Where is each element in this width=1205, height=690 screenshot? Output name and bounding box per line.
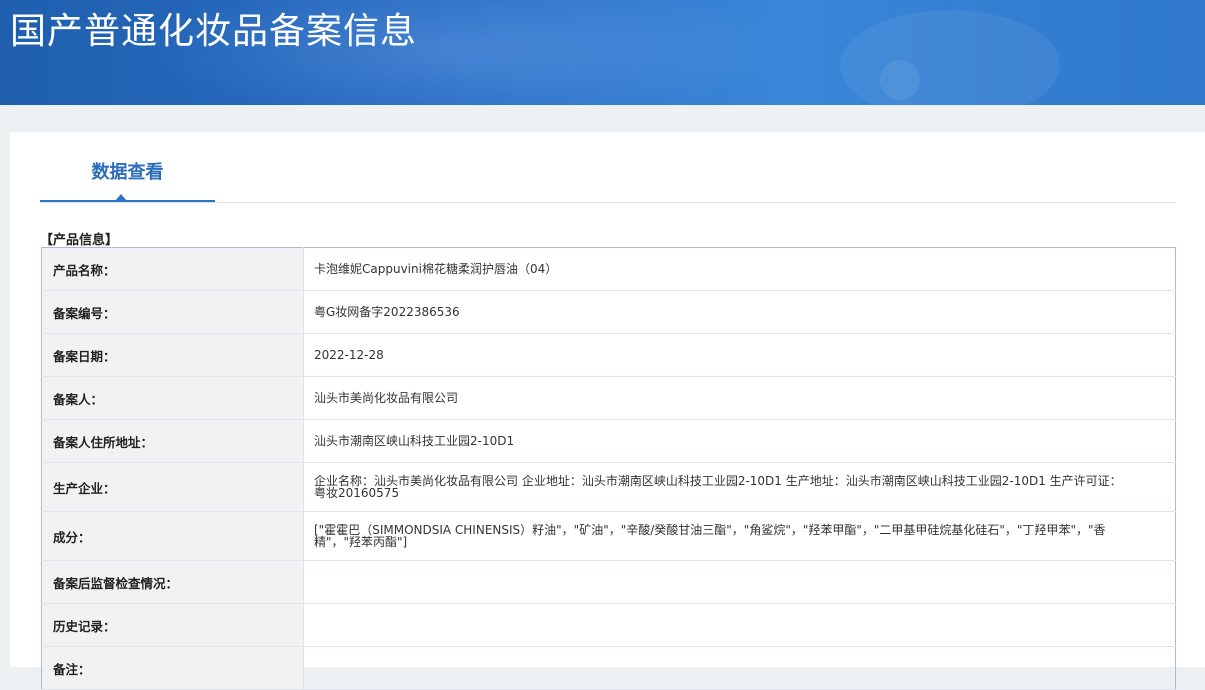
header-banner: 国产普通化妆品备案信息	[0, 0, 1205, 105]
section-title-product-info: 【产品信息】	[40, 233, 119, 248]
table-row: 备案人： 汕头市美尚化妆品有限公司	[41, 376, 1176, 420]
row-value: 汕头市美尚化妆品有限公司	[303, 376, 1176, 420]
row-label: 产品名称：	[41, 247, 304, 291]
row-value: 卡泡维妮Cappuvini棉花糖柔润护唇油（04）	[303, 247, 1176, 291]
banner-decoration	[880, 60, 920, 100]
table-row: 产品名称： 卡泡维妮Cappuvini棉花糖柔润护唇油（04）	[41, 247, 1176, 291]
page-title: 国产普通化妆品备案信息	[10, 11, 418, 52]
table-row: 备案后监督检查情况：	[41, 560, 1176, 604]
row-label: 历史记录：	[41, 603, 304, 647]
product-info-table: 产品名称： 卡泡维妮Cappuvini棉花糖柔润护唇油（04） 备案编号： 粤G…	[41, 247, 1176, 690]
table-row: 备案日期： 2022-12-28	[41, 333, 1176, 377]
table-row: 备案编号： 粤G妆网备字2022386536	[41, 290, 1176, 334]
row-label: 备案日期：	[41, 333, 304, 377]
row-label: 备案后监督检查情况：	[41, 560, 304, 604]
table-row: 备注：	[41, 646, 1176, 690]
row-value: ["霍霍巴（SIMMONDSIA CHINENSIS）籽油"，"矿油"，"辛酸/…	[303, 511, 1176, 561]
row-value	[303, 646, 1176, 690]
row-value: 企业名称：汕头市美尚化妆品有限公司 企业地址：汕头市潮南区峡山科技工业园2-10…	[303, 462, 1176, 512]
content-panel: 数据查看 【产品信息】 产品名称： 卡泡维妮Cappuvini棉花糖柔润护唇油（…	[10, 132, 1205, 690]
tab-active-indicator	[115, 194, 127, 201]
row-label: 成分：	[41, 511, 304, 561]
tab-data-view[interactable]: 数据查看	[40, 154, 215, 202]
banner-decoration	[840, 10, 1060, 105]
table-row: 历史记录：	[41, 603, 1176, 647]
tab-bar: 数据查看	[40, 154, 1176, 203]
row-label: 备案人：	[41, 376, 304, 420]
row-value: 汕头市潮南区峡山科技工业园2-10D1	[303, 419, 1176, 463]
table-row: 成分： ["霍霍巴（SIMMONDSIA CHINENSIS）籽油"，"矿油"，…	[41, 511, 1176, 561]
row-value: 2022-12-28	[303, 333, 1176, 377]
row-label: 生产企业：	[41, 462, 304, 512]
table-row: 生产企业： 企业名称：汕头市美尚化妆品有限公司 企业地址：汕头市潮南区峡山科技工…	[41, 462, 1176, 512]
table-row: 备案人住所地址： 汕头市潮南区峡山科技工业园2-10D1	[41, 419, 1176, 463]
row-label: 备注：	[41, 646, 304, 690]
row-value	[303, 603, 1176, 647]
row-label: 备案人住所地址：	[41, 419, 304, 463]
row-label: 备案编号：	[41, 290, 304, 334]
row-value	[303, 560, 1176, 604]
row-value: 粤G妆网备字2022386536	[303, 290, 1176, 334]
